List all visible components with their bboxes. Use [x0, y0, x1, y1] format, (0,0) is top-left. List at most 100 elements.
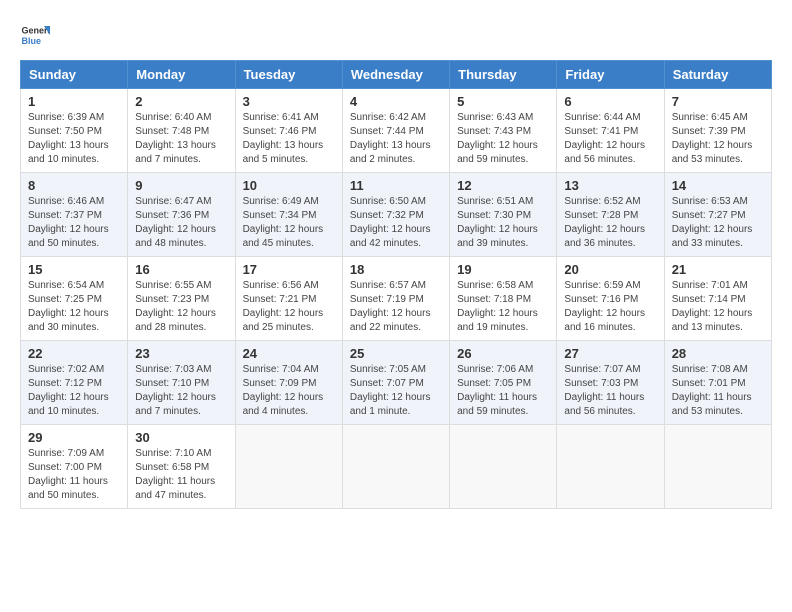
day-number: 4 — [350, 94, 442, 109]
day-number: 17 — [243, 262, 335, 277]
calendar-cell — [342, 425, 449, 509]
header-monday: Monday — [128, 61, 235, 89]
header: General Blue — [20, 20, 772, 50]
calendar-cell: 18 Sunrise: 6:57 AMSunset: 7:19 PMDayligh… — [342, 257, 449, 341]
day-number: 24 — [243, 346, 335, 361]
cell-content: Sunrise: 7:01 AMSunset: 7:14 PMDaylight:… — [672, 279, 764, 335]
cell-content: Sunrise: 6:59 AMSunset: 7:16 PMDaylight:… — [564, 279, 656, 335]
day-number: 23 — [135, 346, 227, 361]
day-number: 6 — [564, 94, 656, 109]
day-number: 27 — [564, 346, 656, 361]
cell-content: Sunrise: 6:56 AMSunset: 7:21 PMDaylight:… — [243, 279, 335, 335]
week-row-2: 8 Sunrise: 6:46 AMSunset: 7:37 PMDaylight… — [21, 173, 772, 257]
cell-content: Sunrise: 6:49 AMSunset: 7:34 PMDaylight:… — [243, 195, 335, 251]
logo-icon: General Blue — [20, 20, 50, 50]
calendar-cell: 15Sunrise: 6:54 AMSunset: 7:25 PMDayligh… — [21, 257, 128, 341]
calendar-cell: 20 Sunrise: 6:59 AMSunset: 7:16 PMDayligh… — [557, 257, 664, 341]
calendar-cell: 22 Sunrise: 7:02 AMSunset: 7:12 PMDayligh… — [21, 341, 128, 425]
day-number: 5 — [457, 94, 549, 109]
day-number: 19 — [457, 262, 549, 277]
calendar-cell: 3 Sunrise: 6:41 AMSunset: 7:46 PMDaylight… — [235, 89, 342, 173]
calendar-cell: 27 Sunrise: 7:07 AMSunset: 7:03 PMDayligh… — [557, 341, 664, 425]
cell-content: Sunrise: 6:53 AMSunset: 7:27 PMDaylight:… — [672, 195, 764, 251]
cell-content: Sunrise: 6:44 AMSunset: 7:41 PMDaylight:… — [564, 111, 656, 167]
calendar-table: SundayMondayTuesdayWednesdayThursdayFrid… — [20, 60, 772, 509]
header-thursday: Thursday — [450, 61, 557, 89]
day-number: 2 — [135, 94, 227, 109]
cell-content: Sunrise: 7:09 AMSunset: 7:00 PMDaylight:… — [28, 447, 120, 503]
week-row-4: 22 Sunrise: 7:02 AMSunset: 7:12 PMDayligh… — [21, 341, 772, 425]
day-number: 22 — [28, 346, 120, 361]
day-number: 16 — [135, 262, 227, 277]
calendar-cell: 10 Sunrise: 6:49 AMSunset: 7:34 PMDayligh… — [235, 173, 342, 257]
calendar-cell: 1 Sunrise: 6:39 AMSunset: 7:50 PMDaylight… — [21, 89, 128, 173]
cell-content: Sunrise: 6:58 AMSunset: 7:18 PMDaylight:… — [457, 279, 549, 335]
day-number: 28 — [672, 346, 764, 361]
header-sunday: Sunday — [21, 61, 128, 89]
calendar-cell: 30 Sunrise: 7:10 AMSunset: 6:58 PMDayligh… — [128, 425, 235, 509]
calendar-cell — [557, 425, 664, 509]
header-saturday: Saturday — [664, 61, 771, 89]
day-number: 11 — [350, 178, 442, 193]
calendar-cell: 29 Sunrise: 7:09 AMSunset: 7:00 PMDayligh… — [21, 425, 128, 509]
calendar-cell: 19 Sunrise: 6:58 AMSunset: 7:18 PMDayligh… — [450, 257, 557, 341]
cell-content: Sunrise: 6:52 AMSunset: 7:28 PMDaylight:… — [564, 195, 656, 251]
calendar-cell: 24 Sunrise: 7:04 AMSunset: 7:09 PMDayligh… — [235, 341, 342, 425]
week-row-1: 1 Sunrise: 6:39 AMSunset: 7:50 PMDaylight… — [21, 89, 772, 173]
calendar-cell: 8 Sunrise: 6:46 AMSunset: 7:37 PMDaylight… — [21, 173, 128, 257]
cell-content: Sunrise: 7:02 AMSunset: 7:12 PMDaylight:… — [28, 363, 120, 419]
week-row-5: 29 Sunrise: 7:09 AMSunset: 7:00 PMDayligh… — [21, 425, 772, 509]
day-number: 18 — [350, 262, 442, 277]
calendar-cell: 14 Sunrise: 6:53 AMSunset: 7:27 PMDayligh… — [664, 173, 771, 257]
calendar-cell: 7Sunrise: 6:45 AMSunset: 7:39 PMDaylight… — [664, 89, 771, 173]
header-friday: Friday — [557, 61, 664, 89]
cell-content: Sunrise: 7:04 AMSunset: 7:09 PMDaylight:… — [243, 363, 335, 419]
day-number: 20 — [564, 262, 656, 277]
calendar-cell: 9Sunrise: 6:47 AMSunset: 7:36 PMDaylight… — [128, 173, 235, 257]
cell-content: Sunrise: 6:42 AMSunset: 7:44 PMDaylight:… — [350, 111, 442, 167]
cell-content: Sunrise: 7:03 AMSunset: 7:10 PMDaylight:… — [135, 363, 227, 419]
cell-content: Sunrise: 7:06 AMSunset: 7:05 PMDaylight:… — [457, 363, 549, 419]
day-number: 25 — [350, 346, 442, 361]
calendar-cell: 5Sunrise: 6:43 AMSunset: 7:43 PMDaylight… — [450, 89, 557, 173]
cell-content: Sunrise: 6:51 AMSunset: 7:30 PMDaylight:… — [457, 195, 549, 251]
calendar-cell: 12 Sunrise: 6:51 AMSunset: 7:30 PMDayligh… — [450, 173, 557, 257]
calendar-cell — [450, 425, 557, 509]
calendar-cell: 4 Sunrise: 6:42 AMSunset: 7:44 PMDaylight… — [342, 89, 449, 173]
calendar-cell — [664, 425, 771, 509]
cell-content: Sunrise: 6:40 AMSunset: 7:48 PMDaylight:… — [135, 111, 227, 167]
calendar-cell: 17 Sunrise: 6:56 AMSunset: 7:21 PMDayligh… — [235, 257, 342, 341]
calendar-cell: 2 Sunrise: 6:40 AMSunset: 7:48 PMDaylight… — [128, 89, 235, 173]
svg-text:Blue: Blue — [22, 36, 42, 46]
day-number: 9 — [135, 178, 227, 193]
cell-content: Sunrise: 6:41 AMSunset: 7:46 PMDaylight:… — [243, 111, 335, 167]
calendar-cell: 16 Sunrise: 6:55 AMSunset: 7:23 PMDayligh… — [128, 257, 235, 341]
day-number: 10 — [243, 178, 335, 193]
header-tuesday: Tuesday — [235, 61, 342, 89]
cell-content: Sunrise: 6:57 AMSunset: 7:19 PMDaylight:… — [350, 279, 442, 335]
calendar-cell — [235, 425, 342, 509]
day-number: 3 — [243, 94, 335, 109]
header-wednesday: Wednesday — [342, 61, 449, 89]
cell-content: Sunrise: 6:55 AMSunset: 7:23 PMDaylight:… — [135, 279, 227, 335]
day-number: 29 — [28, 430, 120, 445]
day-number: 1 — [28, 94, 120, 109]
day-number: 30 — [135, 430, 227, 445]
calendar-cell: 21 Sunrise: 7:01 AMSunset: 7:14 PMDayligh… — [664, 257, 771, 341]
cell-content: Sunrise: 7:10 AMSunset: 6:58 PMDaylight:… — [135, 447, 227, 503]
cell-content: Sunrise: 6:39 AMSunset: 7:50 PMDaylight:… — [28, 111, 120, 167]
day-number: 8 — [28, 178, 120, 193]
calendar-cell: 11 Sunrise: 6:50 AMSunset: 7:32 PMDayligh… — [342, 173, 449, 257]
cell-content: Sunrise: 7:07 AMSunset: 7:03 PMDaylight:… — [564, 363, 656, 419]
day-number: 14 — [672, 178, 764, 193]
calendar-cell: 28Sunrise: 7:08 AMSunset: 7:01 PMDayligh… — [664, 341, 771, 425]
cell-content: Sunrise: 6:50 AMSunset: 7:32 PMDaylight:… — [350, 195, 442, 251]
day-number: 26 — [457, 346, 549, 361]
day-number: 12 — [457, 178, 549, 193]
logo: General Blue — [20, 20, 50, 50]
cell-content: Sunrise: 6:46 AMSunset: 7:37 PMDaylight:… — [28, 195, 120, 251]
day-number: 21 — [672, 262, 764, 277]
calendar-cell: 26 Sunrise: 7:06 AMSunset: 7:05 PMDayligh… — [450, 341, 557, 425]
calendar-cell: 13Sunrise: 6:52 AMSunset: 7:28 PMDayligh… — [557, 173, 664, 257]
cell-content: Sunrise: 6:45 AMSunset: 7:39 PMDaylight:… — [672, 111, 764, 167]
